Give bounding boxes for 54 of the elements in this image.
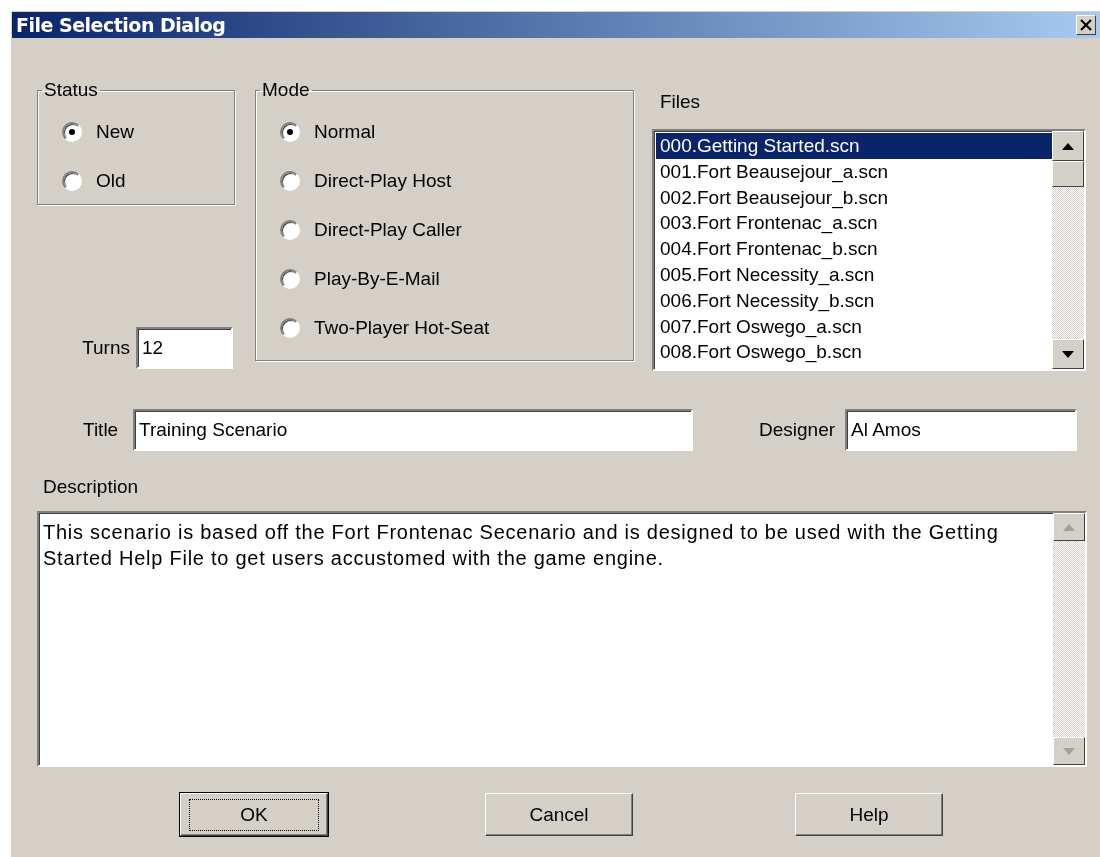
- file-item[interactable]: 000.Getting Started.scn: [656, 133, 1052, 159]
- files-label: Files: [659, 90, 702, 114]
- group-legend: Status: [42, 79, 100, 101]
- file-item[interactable]: 001.Fort Beausejour_a.scn: [656, 158, 1052, 185]
- radio-button[interactable]: [62, 170, 82, 191]
- down-arrow-icon: [1062, 350, 1074, 358]
- description-label: Description: [43, 475, 140, 499]
- file-item[interactable]: 005.Fort Necessity_a.scn: [656, 262, 1052, 288]
- file-item[interactable]: 002.Fort Beausejour_b.scn: [656, 184, 1052, 211]
- field-label: Turns: [82, 337, 130, 359]
- turns-field[interactable]: 12: [136, 327, 233, 369]
- window-title: File Selection Dialog: [16, 14, 226, 36]
- field-label: Title: [83, 419, 120, 441]
- field-label: Designer: [759, 419, 836, 441]
- radio-option[interactable]: Normal: [280, 107, 633, 156]
- radio-option[interactable]: Direct-Play Host: [280, 156, 633, 205]
- file-item[interactable]: 004.Fort Frontenac_b.scn: [656, 236, 1052, 262]
- file-item[interactable]: 006.Fort Necessity_b.scn: [656, 287, 1052, 314]
- scrollbar-thumb[interactable]: [1052, 161, 1084, 187]
- up-arrow-icon: [1062, 142, 1074, 150]
- close-icon: [1080, 19, 1092, 31]
- file-item[interactable]: 008.Fort Oswego_b.scn: [656, 339, 1052, 366]
- title-field[interactable]: Training Scenario: [133, 409, 693, 451]
- radio-option[interactable]: Direct-Play Caller: [280, 205, 633, 254]
- description-field[interactable]: This scenario is based off the Fort Frontenac Secenario and is designed to be used with the Getting Started Help File to get users accustomed with the game engine.: [37, 511, 1087, 767]
- radio-label: Old: [96, 169, 126, 192]
- designer-field[interactable]: Al Amos: [845, 409, 1078, 451]
- radio-option[interactable]: Two-Player Hot-Seat: [280, 303, 633, 352]
- radio-button[interactable]: [280, 317, 300, 338]
- radio-label: New: [96, 120, 134, 143]
- scrollbar[interactable]: [1052, 131, 1084, 369]
- radio-label: Direct-Play Host: [314, 169, 452, 192]
- dialog-button[interactable]: Cancel: [485, 793, 633, 836]
- scrollbar[interactable]: [1053, 513, 1085, 765]
- dialog-button[interactable]: Help: [795, 793, 943, 836]
- dialog-button[interactable]: OK: [180, 793, 328, 836]
- radio-label: Play-By-E-Mail: [314, 267, 440, 290]
- radio-option[interactable]: New: [62, 107, 234, 156]
- file-item[interactable]: 003.Fort Frontenac_a.scn: [656, 210, 1052, 237]
- radio-label: Two-Player Hot-Seat: [314, 316, 490, 339]
- up-arrow-icon: [1063, 523, 1075, 531]
- radio-button[interactable]: [280, 121, 300, 142]
- radio-label: Normal: [314, 120, 376, 143]
- file-item[interactable]: 007.Fort Oswego_a.scn: [656, 313, 1052, 340]
- radio-option[interactable]: Old: [62, 156, 234, 205]
- radio-label: Direct-Play Caller: [314, 218, 462, 241]
- radio-option[interactable]: Play-By-E-Mail: [280, 254, 633, 303]
- radio-button[interactable]: [280, 219, 300, 240]
- group-legend: Mode: [260, 79, 312, 101]
- radio-button[interactable]: [280, 170, 300, 191]
- down-arrow-icon: [1063, 747, 1075, 755]
- close-button[interactable]: [1076, 15, 1096, 35]
- radio-button[interactable]: [280, 268, 300, 289]
- radio-button[interactable]: [62, 121, 82, 142]
